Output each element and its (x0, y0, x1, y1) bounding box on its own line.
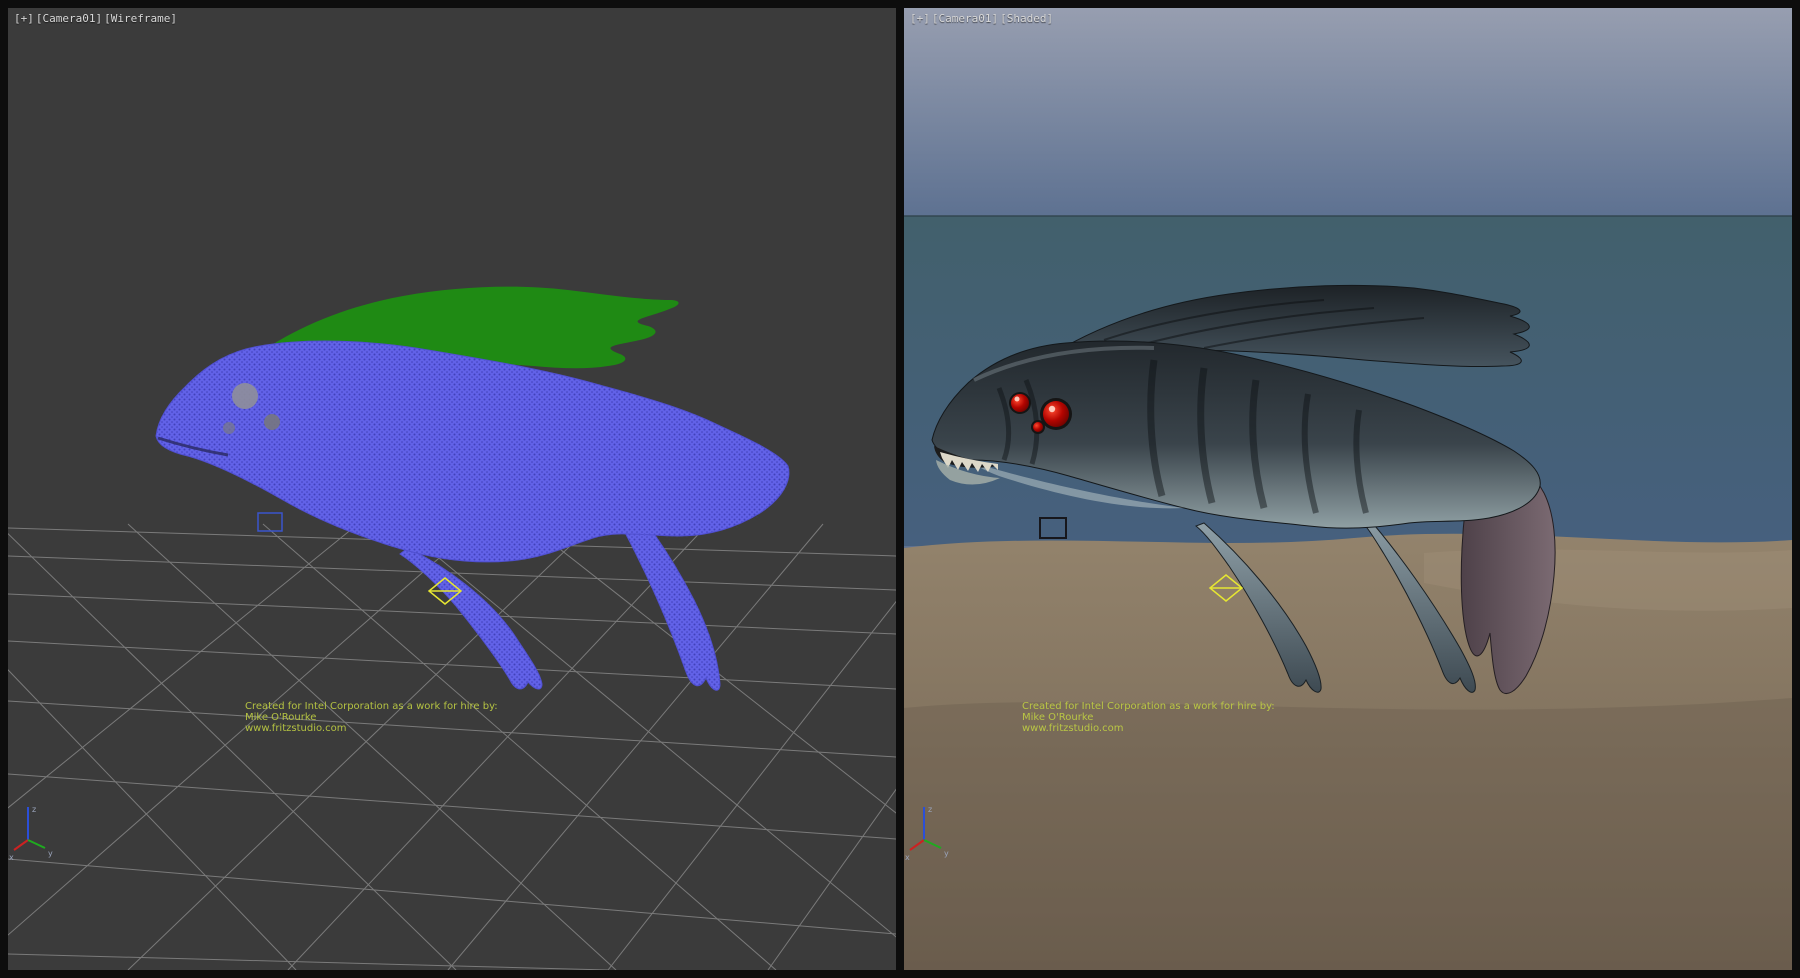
viewport-scene-shaded[interactable]: z x y (904, 8, 1792, 970)
watermark-line: www.fritzstudio.com (1022, 723, 1275, 734)
watermark-line: Created for Intel Corporation as a work … (1022, 701, 1275, 712)
copyright-watermark: Created for Intel Corporation as a work … (245, 701, 498, 734)
selection-box-helper[interactable] (258, 513, 282, 531)
viewport-menu-plus[interactable]: [+] (910, 12, 930, 25)
horizon-edge (904, 215, 1792, 217)
watermark-line: www.fritzstudio.com (245, 723, 498, 734)
watermark-line: Mike O'Rourke (245, 712, 498, 723)
watermark-line: Created for Intel Corporation as a work … (245, 701, 498, 712)
sky-backdrop (904, 8, 1792, 218)
viewport-wireframe[interactable]: [+][Camera01][Wireframe] (8, 8, 896, 970)
watermark-line: Mike O'Rourke (1022, 712, 1275, 723)
viewport-shaded[interactable]: [+][Camera01][Shaded] (904, 8, 1792, 970)
viewport-menu-shading[interactable]: [Wireframe] (104, 12, 177, 25)
eye-spot (223, 422, 235, 434)
viewport-menu-plus[interactable]: [+] (14, 12, 34, 25)
dual-viewport-canvas: [+][Camera01][Wireframe] (0, 0, 1800, 978)
viewport-menu-bar: [+][Camera01][Shaded] (910, 12, 1055, 25)
axis-y-label: y (48, 849, 53, 858)
sand-shading (904, 698, 1792, 970)
viewport-menu-camera[interactable]: [Camera01] (932, 12, 998, 25)
axis-y-label: y (944, 849, 949, 858)
viewport-scene-wireframe[interactable]: z x y (8, 8, 896, 970)
viewport-menu-shading[interactable]: [Shaded] (1000, 12, 1053, 25)
eye-spot (264, 414, 280, 430)
axis-x-label: x (905, 853, 910, 862)
axis-z-label: z (928, 805, 932, 814)
axis-x-label: x (9, 853, 14, 862)
world-axis-tripod: z x y (9, 805, 53, 862)
axis-z-label: z (32, 805, 36, 814)
viewport-menu-camera[interactable]: [Camera01] (36, 12, 102, 25)
viewport-menu-bar: [+][Camera01][Wireframe] (14, 12, 179, 25)
copyright-watermark: Created for Intel Corporation as a work … (1022, 701, 1275, 734)
eye-spot (232, 383, 258, 409)
fish-model-wireframe[interactable] (156, 287, 789, 691)
